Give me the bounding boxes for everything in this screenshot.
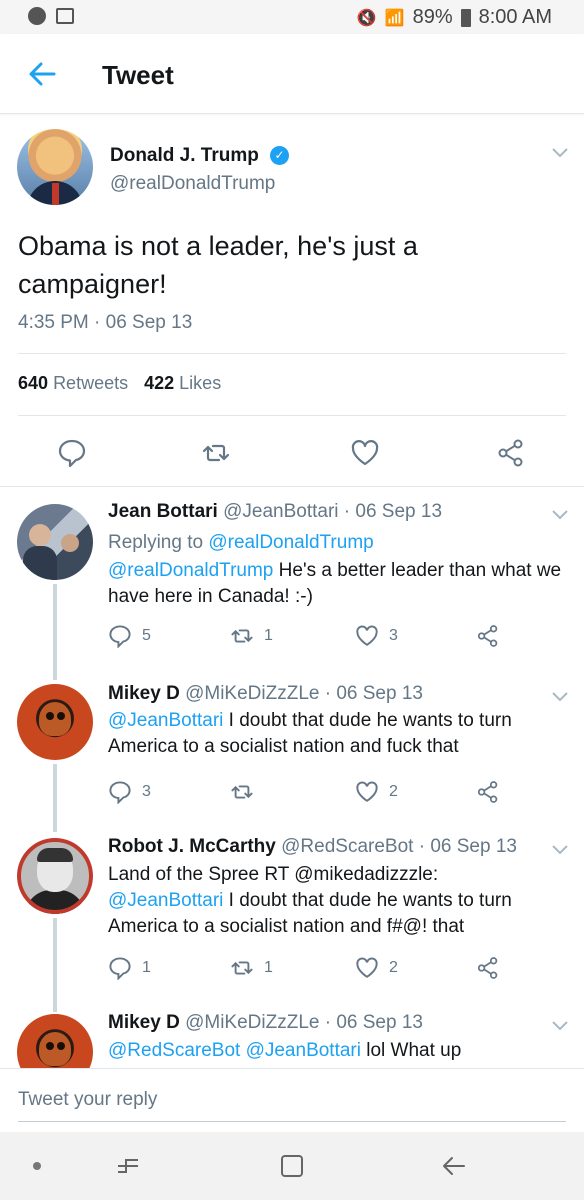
author-handle[interactable]: @realDonaldTrump	[110, 173, 275, 195]
reply-header: Robot J. McCarthy @RedScareBot · 06 Sep …	[108, 836, 517, 858]
avatar[interactable]	[17, 684, 93, 760]
reply-icon	[109, 625, 131, 648]
chevron-down-icon[interactable]	[552, 510, 568, 520]
like-button[interactable]: 2	[355, 780, 398, 804]
retweet-button[interactable]: 1	[230, 624, 273, 648]
mention-link[interactable]: @JeanBottari	[246, 1040, 361, 1061]
share-button[interactable]	[476, 956, 500, 980]
retweet-button[interactable]	[230, 780, 264, 804]
replying-to: Replying to @realDonaldTrump	[108, 532, 374, 553]
avatar[interactable]	[17, 838, 93, 914]
back-arrow-icon[interactable]	[26, 58, 58, 90]
reply-header: Mikey D @MiKeDiZzZLe · 06 Sep 13	[108, 683, 423, 705]
like-button[interactable]: 3	[355, 624, 398, 648]
chevron-down-icon[interactable]	[552, 1021, 568, 1031]
retweet-button[interactable]: 1	[230, 956, 273, 980]
reply-actions: 1 1 2	[108, 956, 508, 980]
like-heart-icon	[356, 957, 378, 978]
mention-link[interactable]: @JeanBottari	[108, 890, 223, 911]
share-icon	[477, 781, 498, 803]
tweet-timestamp: 4:35 PM · 06 Sep 13	[18, 312, 193, 333]
back-icon[interactable]	[440, 1152, 468, 1180]
retweet-icon	[231, 785, 253, 799]
reply-handle-date: @MiKeDiZzZLe · 06 Sep 13	[185, 1012, 423, 1033]
chevron-down-icon[interactable]	[552, 692, 568, 702]
like-button[interactable]: 2	[355, 956, 398, 980]
battery-percent: 89%	[412, 6, 453, 28]
reply-composer: Tweet your reply	[0, 1068, 584, 1132]
avatar[interactable]	[17, 504, 93, 580]
divider	[18, 353, 566, 354]
mute-icon: 🔇	[356, 9, 377, 27]
chevron-down-icon[interactable]	[552, 148, 568, 158]
thread-line	[53, 584, 57, 680]
reply-header: Mikey D @MiKeDiZzZLe · 06 Sep 13	[108, 1012, 423, 1034]
clock: 8:00 AM	[478, 6, 552, 28]
reply-handle-date: @JeanBottari · 06 Sep 13	[223, 501, 443, 522]
reply-author-name[interactable]: Mikey D	[108, 1012, 180, 1033]
music-notification-icon	[28, 7, 46, 25]
chevron-down-icon[interactable]	[552, 845, 568, 855]
reply-text: @JeanBottari I doubt that dude he wants …	[108, 710, 512, 757]
reply-button[interactable]: 5	[108, 624, 151, 648]
battery-icon	[460, 8, 471, 27]
dot-icon	[33, 1162, 41, 1170]
system-nav-bar	[0, 1132, 584, 1200]
reply-text: Land of the Spree RT @mikedadizzzle: @Jea…	[108, 864, 512, 937]
like-heart-icon[interactable]	[350, 438, 380, 468]
reply-author-name[interactable]: Jean Bottari	[108, 501, 218, 522]
reply-text: @realDonaldTrump He's a better leader th…	[108, 560, 562, 607]
divider	[0, 486, 584, 487]
author-avatar[interactable]	[17, 129, 93, 205]
tweet-actions	[0, 433, 584, 473]
tweet-stats: 640 Retweets 422 Likes	[18, 373, 221, 394]
app-bar: Tweet	[0, 34, 584, 114]
likes-stat[interactable]: 422 Likes	[144, 373, 221, 394]
reply-icon	[109, 781, 131, 804]
reply-actions: 5 1 3	[108, 624, 508, 648]
reply-button[interactable]: 3	[108, 780, 151, 804]
input-underline	[18, 1121, 566, 1122]
reply-icon[interactable]	[57, 438, 87, 468]
retweets-stat[interactable]: 640 Retweets	[18, 373, 128, 394]
retweet-icon	[231, 961, 253, 975]
share-icon[interactable]	[496, 438, 526, 468]
like-heart-icon	[356, 781, 378, 802]
replying-to-link[interactable]: @realDonaldTrump	[208, 532, 373, 553]
reply-handle-date: @MiKeDiZzZLe · 06 Sep 13	[185, 683, 423, 704]
share-icon	[477, 625, 498, 647]
mention-link[interactable]: @RedScareBot	[108, 1040, 240, 1061]
thread-line	[53, 918, 57, 1012]
share-icon	[477, 957, 498, 979]
reply-button[interactable]: 1	[108, 956, 151, 980]
share-button[interactable]	[476, 780, 500, 804]
avatar[interactable]	[17, 1014, 93, 1068]
reply-author-name[interactable]: Robot J. McCarthy	[108, 836, 276, 857]
reply-text: @RedScareBot @JeanBottari lol What up	[108, 1040, 462, 1061]
home-icon[interactable]	[278, 1152, 306, 1180]
reply-tweet[interactable]: Mikey D @MiKeDiZzZLe · 06 Sep 13 @RedSca…	[0, 1000, 584, 1068]
status-bar: 🔇 📶 89% 8:00 AM	[0, 0, 584, 34]
thread-line	[53, 764, 57, 832]
divider	[18, 415, 566, 416]
share-button[interactable]	[476, 624, 500, 648]
reply-header: Jean Bottari @JeanBottari · 06 Sep 13	[108, 501, 442, 523]
reply-actions: 3 2	[108, 780, 508, 804]
retweet-icon[interactable]	[201, 438, 231, 468]
page-title: Tweet	[102, 60, 174, 90]
verified-badge-icon: ✓	[270, 146, 289, 165]
tweet-text: Obama is not a leader, he's just a campa…	[18, 231, 418, 299]
wifi-signal-icon: 📶	[384, 9, 405, 27]
mention-link[interactable]: @realDonaldTrump	[108, 560, 273, 581]
image-notification-icon	[56, 8, 74, 24]
author-name[interactable]: Donald J. Trump	[110, 145, 259, 167]
like-heart-icon	[356, 625, 378, 646]
retweet-icon	[231, 629, 253, 643]
mention-link[interactable]: @JeanBottari	[108, 710, 223, 731]
reply-handle-date: @RedScareBot · 06 Sep 13	[281, 836, 517, 857]
recent-apps-icon[interactable]	[114, 1152, 142, 1180]
reply-author-name[interactable]: Mikey D	[108, 683, 180, 704]
reply-icon	[109, 957, 131, 980]
reply-input[interactable]: Tweet your reply	[18, 1089, 157, 1111]
